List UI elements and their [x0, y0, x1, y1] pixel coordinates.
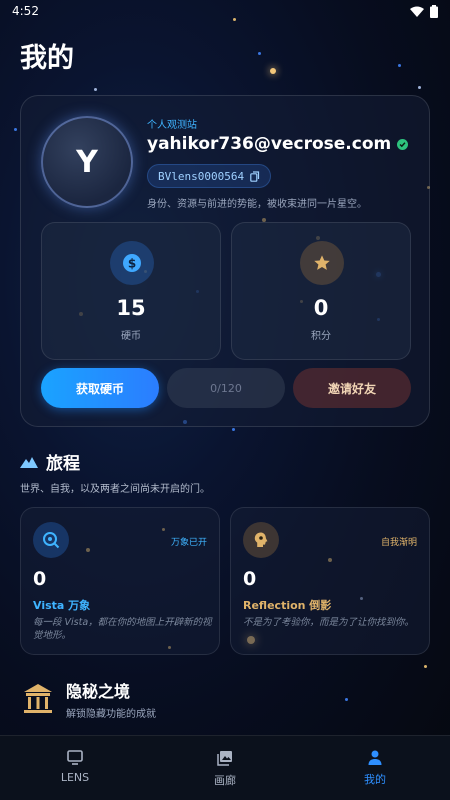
vista-icon	[33, 522, 69, 558]
vista-title: Vista 万象	[33, 599, 91, 612]
profile-description: 身份、资源与前进的势能，被收束进同一片星空。	[147, 199, 367, 210]
verified-icon	[397, 138, 409, 150]
get-coins-button[interactable]: 获取硬币	[41, 368, 159, 408]
coin-progress: 0/120	[167, 368, 285, 408]
journey-subtitle: 世界、自我，以及两者之间尚未开启的门。	[20, 484, 210, 495]
reflection-title: Reflection 倒影	[243, 599, 332, 612]
battery-icon	[430, 4, 438, 18]
temple-icon	[20, 681, 56, 717]
points-label: 积分	[311, 331, 331, 342]
gallery-icon	[217, 751, 232, 766]
points-value: 0	[313, 296, 329, 320]
vista-description: 每一段 Vista，都在你的地图上开辟新的视觉地形。	[33, 617, 212, 641]
coins-value: 15	[116, 296, 146, 320]
avatar-letter: Y	[76, 144, 98, 180]
user-email: yahikor736@vecrose.com	[147, 134, 409, 154]
nav-label-gallery: 画廊	[214, 774, 236, 787]
reflection-description: 不是为了考验你，而是为了让你找到你。	[243, 617, 415, 628]
status-bar: 4:52	[0, 0, 450, 22]
user-email-text: yahikor736@vecrose.com	[147, 134, 392, 154]
nav-label-mine: 我的	[364, 773, 386, 786]
nav-item-gallery[interactable]: 画廊	[150, 736, 300, 800]
person-icon	[368, 750, 382, 765]
reflection-value: 0	[243, 568, 257, 590]
status-time: 4:52	[12, 4, 39, 18]
profile-card: Y 个人观测站 yahikor736@vecrose.com BVlens000…	[20, 95, 430, 427]
reflection-card[interactable]: 自我渐明 0 Reflection 倒影 不是为了考验你，而是为了让你找到你。	[230, 507, 430, 655]
coins-label: 硬币	[121, 331, 141, 342]
reflection-badge: 自我渐明	[380, 538, 417, 548]
bottom-navigation: LENS 画廊 我的	[0, 735, 450, 800]
journey-title: 旅程	[46, 454, 80, 474]
secret-subtitle: 解锁隐藏功能的成就	[66, 709, 156, 720]
journey-header: 旅程	[20, 449, 80, 474]
coin-icon: $	[110, 241, 154, 285]
avatar[interactable]: Y	[41, 116, 133, 208]
reflection-icon	[243, 522, 279, 558]
uid-chip[interactable]: BVlens0000564	[147, 164, 272, 188]
page-title: 我的	[20, 43, 74, 74]
vista-badge: 万象已开	[170, 538, 207, 548]
vista-card[interactable]: 万象已开 0 Vista 万象 每一段 Vista，都在你的地图上开辟新的视觉地…	[20, 507, 220, 655]
wifi-icon	[410, 6, 424, 17]
secret-title: 隐秘之境	[66, 682, 131, 701]
mountain-icon	[20, 456, 38, 468]
points-stat-card[interactable]: 0 积分	[231, 222, 411, 360]
nav-item-lens[interactable]: LENS	[0, 736, 150, 800]
coins-stat-card[interactable]: $ 15 硬币	[41, 222, 221, 360]
svg-text:$: $	[128, 257, 136, 271]
invite-friends-button[interactable]: 邀请好友	[293, 368, 411, 408]
copy-icon[interactable]	[250, 170, 260, 182]
vista-value: 0	[33, 568, 47, 590]
action-buttons: 获取硬币 0/120 邀请好友	[41, 368, 411, 408]
uid-text: BVlens0000564	[158, 169, 245, 183]
nav-label-lens: LENS	[60, 771, 90, 784]
secret-realm-section[interactable]: 隐秘之境 解锁隐藏功能的成就	[20, 678, 156, 720]
profile-tag: 个人观测站	[147, 120, 197, 131]
star-icon	[300, 241, 344, 285]
nav-item-mine[interactable]: 我的	[300, 736, 450, 800]
tv-icon	[67, 750, 83, 765]
